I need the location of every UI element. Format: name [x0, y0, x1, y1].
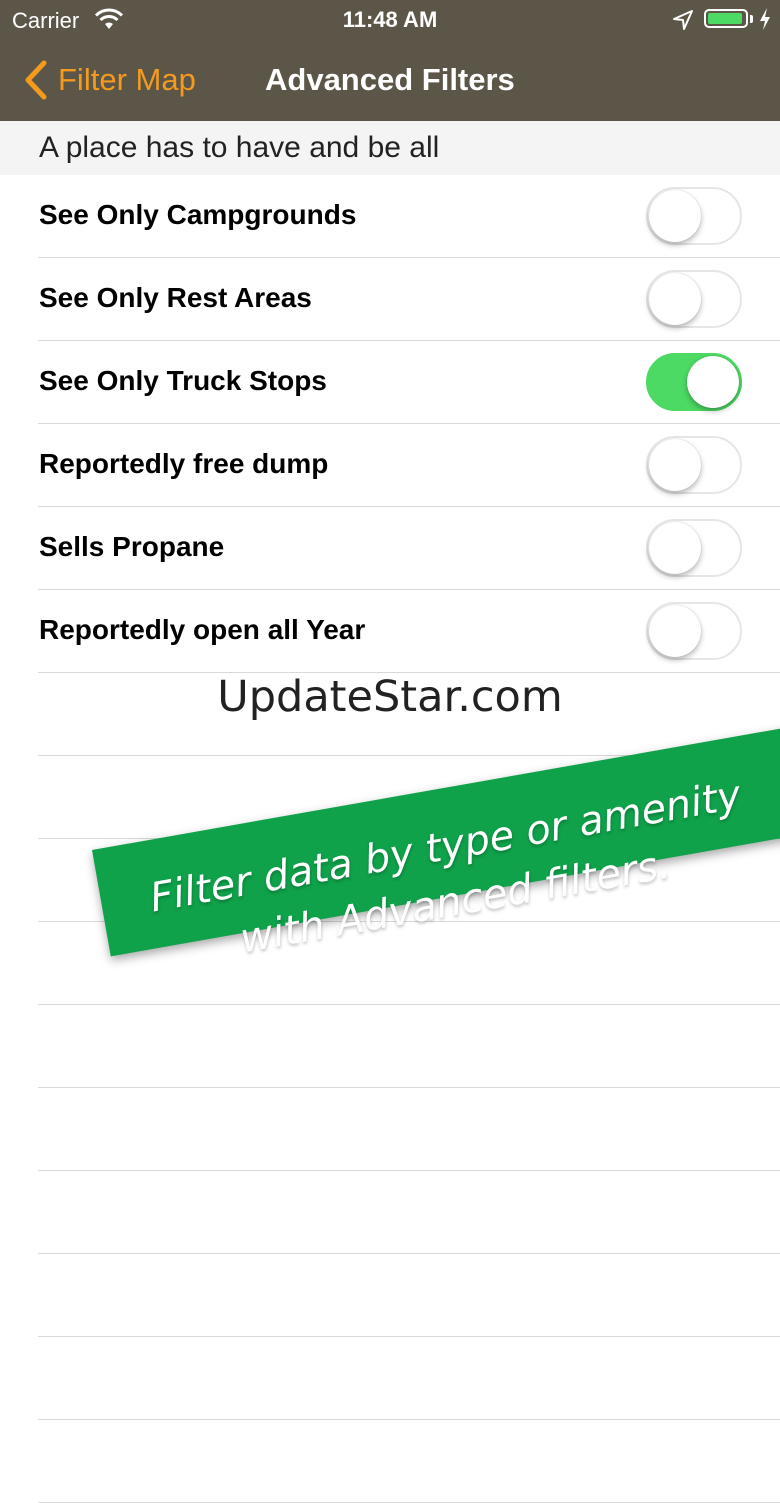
navigation-bar: Filter Map Advanced Filters [0, 40, 780, 121]
location-arrow-icon [673, 10, 693, 30]
filter-label: See Only Campgrounds [39, 199, 357, 230]
battery-nub [750, 15, 753, 23]
empty-row [0, 1254, 780, 1337]
filter-row-rest-areas: See Only Rest Areas [0, 258, 780, 341]
filter-label: See Only Rest Areas [39, 282, 312, 313]
page-title: Advanced Filters [265, 62, 515, 97]
filter-row-propane: Sells Propane [0, 507, 780, 590]
toggle-knob [687, 356, 739, 408]
battery-icon [704, 9, 748, 28]
propane-toggle[interactable] [646, 519, 742, 577]
toggle-knob [649, 439, 701, 491]
filter-label: Sells Propane [39, 531, 225, 562]
filter-label: See Only Truck Stops [39, 365, 327, 396]
empty-row [0, 1171, 780, 1254]
toggle-knob [649, 273, 701, 325]
empty-row [0, 1088, 780, 1171]
empty-row [0, 1337, 780, 1420]
empty-row [0, 1420, 780, 1503]
clock: 11:48 AM [342, 7, 438, 32]
toggle-knob [649, 605, 701, 657]
free-dump-toggle[interactable] [646, 436, 742, 494]
toggle-knob [649, 522, 701, 574]
rest-areas-toggle[interactable] [646, 270, 742, 328]
campgrounds-toggle[interactable] [646, 187, 742, 245]
back-button[interactable]: Filter Map [22, 58, 196, 102]
filter-row-free-dump: Reportedly free dump [0, 424, 780, 507]
back-button-label: Filter Map [58, 62, 196, 97]
charging-bolt-icon [760, 8, 770, 30]
chevron-left-icon [25, 60, 47, 100]
toggle-knob [649, 190, 701, 242]
top-bar: Carrier 11:48 AM Filter Map Advanced Fil… [0, 0, 780, 121]
truck-stops-toggle[interactable] [646, 353, 742, 411]
filter-row-open-all-year: Reportedly open all Year [0, 590, 780, 673]
open-all-year-toggle[interactable] [646, 602, 742, 660]
filter-label: Reportedly open all Year [39, 614, 366, 645]
filter-row-campgrounds: See Only Campgrounds [0, 175, 780, 258]
status-bar: Carrier 11:48 AM [0, 0, 780, 40]
filter-label: Reportedly free dump [39, 448, 329, 479]
battery-level [708, 13, 743, 24]
section-header: A place has to have and be all [0, 121, 780, 175]
filter-row-truck-stops: See Only Truck Stops [0, 341, 780, 424]
watermark-text: UpdateStar.com [217, 672, 563, 722]
section-header-label: A place has to have and be all [39, 131, 440, 164]
